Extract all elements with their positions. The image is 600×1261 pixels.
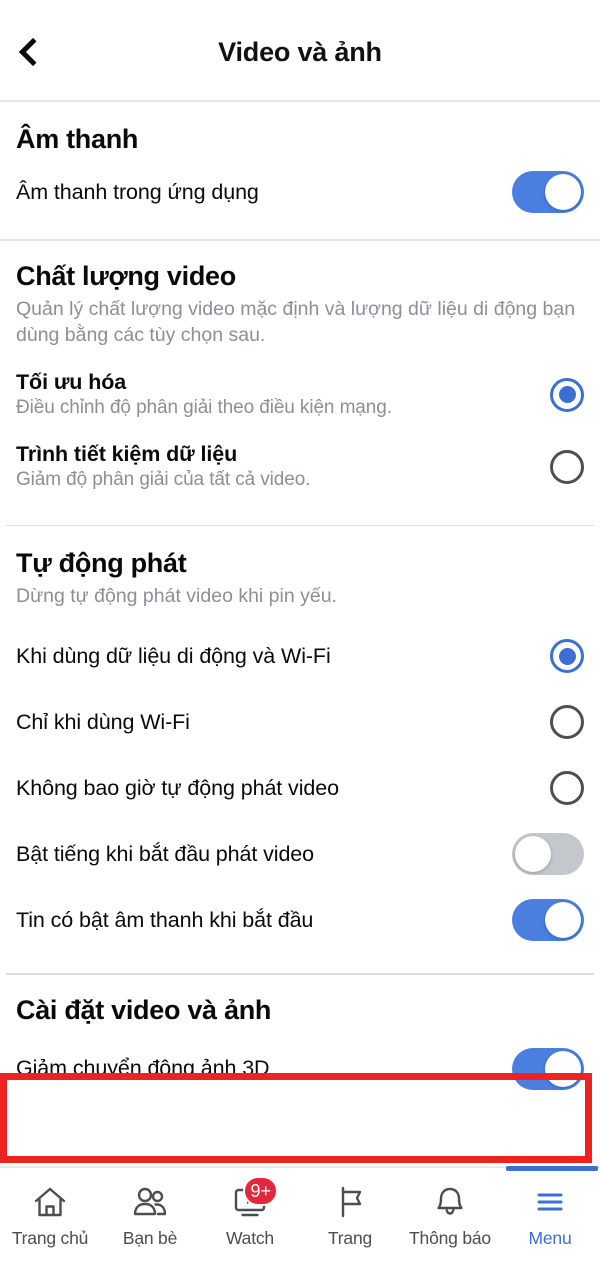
row-optimize-text: Tối ưu hóa Điều chỉnh độ phân giải theo … [16,370,550,419]
section-sound: Âm thanh [0,102,600,159]
row-unmute-on-video-start[interactable]: Bật tiếng khi bắt đầu phát video [0,821,600,887]
bottom-navigation-bar: Trang chủ Bạn bè 9+ Watch Trang Thông bá… [0,1166,600,1261]
toggle-in-app-sound[interactable] [512,171,584,213]
nav-item-pages[interactable]: Trang [300,1168,400,1261]
row-autoplay-mobile-and-wifi[interactable]: Khi dùng dữ liệu di động và Wi-Fi [0,623,600,689]
row-stories-sound-on-start[interactable]: Tin có bật âm thanh khi bắt đầu [0,887,600,953]
row-data-saver-label: Trình tiết kiệm dữ liệu [16,442,238,467]
nav-item-home[interactable]: Trang chủ [0,1168,100,1261]
row-optimize-label: Tối ưu hóa [16,370,127,395]
toggle-unmute-on-video-start[interactable] [512,833,584,876]
row-reduce-3d-photo-motion[interactable]: Giảm chuyển động ảnh 3D [0,1030,600,1108]
app-header: Video và ảnh [0,0,600,100]
hamburger-menu-icon [528,1182,572,1222]
row-data-saver-text: Trình tiết kiệm dữ liệu Giảm độ phân giả… [16,442,550,491]
nav-item-notifications-label: Thông báo [409,1228,491,1248]
nav-item-pages-label: Trang [327,1228,373,1248]
row-autoplay-mobile-and-wifi-text: Khi dùng dữ liệu di động và Wi-Fi [16,644,550,669]
chevron-left-icon [18,37,48,67]
radio-autoplay-never[interactable] [550,771,584,806]
toggle-reduce-3d-photo-motion[interactable] [512,1047,584,1090]
row-in-app-sound[interactable]: Âm thanh trong ứng dụng [0,159,600,225]
row-stories-sound-on-start-label: Tin có bật âm thanh khi bắt đầu [16,907,314,932]
back-button[interactable] [6,28,54,76]
row-data-saver-sub: Giảm độ phân giải của tất cả video. [16,469,311,491]
row-data-saver[interactable]: Trình tiết kiệm dữ liệu Giảm độ phân giả… [0,431,600,503]
toggle-knob [545,1050,581,1087]
row-optimize[interactable]: Tối ưu hóa Điều chỉnh độ phân giải theo … [0,359,600,431]
watch-icon: 9+ [228,1176,278,1222]
video-and-photos-settings-screen: Video và ảnh Âm thanh Âm thanh trong ứng… [0,0,600,1261]
row-autoplay-wifi-only-label: Chỉ khi dùng Wi-Fi [16,709,190,734]
row-autoplay-never-label: Không bao giờ tự động phát video [16,775,339,800]
section-autoplay-description: Dừng tự động phát video khi pin yếu. [16,585,337,608]
row-optimize-sub: Điều chỉnh độ phân giải theo điều kiện m… [16,397,392,419]
nav-item-watch[interactable]: 9+ Watch [200,1168,300,1261]
row-unmute-on-video-start-label: Bật tiếng khi bắt đầu phát video [16,841,315,866]
row-autoplay-wifi-only-text: Chỉ khi dùng Wi-Fi [16,710,550,735]
row-autoplay-never[interactable]: Không bao giờ tự động phát video [0,755,600,821]
row-autoplay-never-text: Không bao giờ tự động phát video [16,776,550,801]
nav-item-friends-label: Bạn bè [122,1228,178,1248]
home-icon [28,1182,72,1222]
toggle-knob [515,836,551,873]
radio-autoplay-wifi-only[interactable] [550,705,584,740]
section-autoplay-title: Tự động phát [16,548,187,579]
nav-active-indicator [506,1166,598,1171]
pages-flag-icon [328,1182,372,1222]
nav-item-watch-label: Watch [226,1228,274,1248]
row-autoplay-mobile-and-wifi-label: Khi dùng dữ liệu di động và Wi-Fi [16,643,331,668]
watch-notification-badge: 9+ [243,1176,278,1206]
row-reduce-3d-photo-motion-label: Giảm chuyển động ảnh 3D [16,1056,270,1081]
row-autoplay-wifi-only[interactable]: Chỉ khi dùng Wi-Fi [0,689,600,755]
section-video-quality: Chất lượng video Quản lý chất lượng vide… [0,241,600,349]
row-in-app-sound-label: Âm thanh trong ứng dụng [16,179,259,204]
section-sound-title: Âm thanh [16,124,139,154]
radio-autoplay-mobile-and-wifi[interactable] [550,639,584,674]
section-autoplay: Tự động phát Dừng tự động phát video khi… [0,526,600,609]
nav-item-home-label: Trang chủ [11,1228,89,1248]
row-reduce-3d-photo-motion-text: Giảm chuyển động ảnh 3D [16,1056,512,1081]
radio-data-saver[interactable] [550,449,584,484]
section-video-quality-title: Chất lượng video [16,261,236,291]
page-title: Video và ảnh [218,36,382,67]
nav-item-menu-label: Menu [528,1228,572,1248]
row-in-app-sound-text: Âm thanh trong ứng dụng [16,180,512,205]
toggle-knob [545,902,581,939]
toggle-stories-sound-on-start[interactable] [512,899,584,942]
row-stories-sound-on-start-text: Tin có bật âm thanh khi bắt đầu [16,908,512,933]
section-media-settings-title: Cài đặt video và ảnh [16,994,272,1025]
friends-icon [128,1182,172,1222]
nav-item-notifications[interactable]: Thông báo [400,1168,500,1261]
section-video-quality-description: Quản lý chất lượng video mặc định và lượ… [16,298,576,347]
radio-optimize[interactable] [550,377,584,412]
section-media-settings: Cài đặt video và ảnh [0,975,600,1026]
bell-icon [428,1182,472,1222]
row-unmute-on-video-start-text: Bật tiếng khi bắt đầu phát video [16,842,512,867]
nav-item-menu[interactable]: Menu [500,1166,600,1261]
nav-item-friends[interactable]: Bạn bè [100,1168,200,1261]
toggle-knob [545,174,581,210]
